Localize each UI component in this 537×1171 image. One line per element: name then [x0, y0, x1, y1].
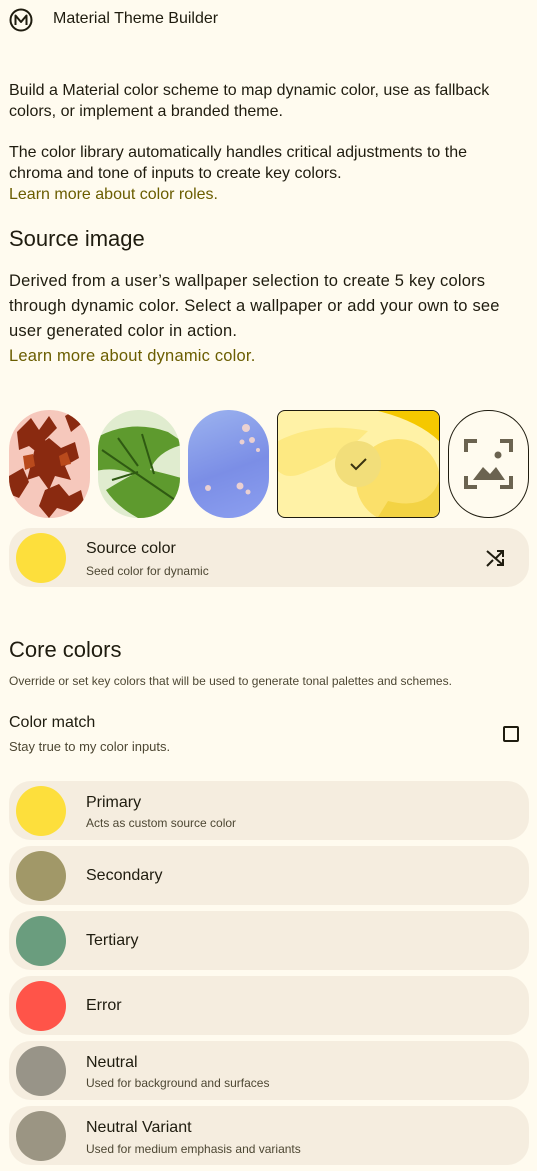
core-color-primary[interactable]: Primary Acts as custom source color	[9, 781, 529, 840]
neutral-variant-label: Neutral Variant	[86, 1119, 192, 1136]
intro-paragraph: Build a Material color scheme to map dyn…	[9, 82, 490, 120]
dynamic-color-link[interactable]: Learn more about dynamic color.	[9, 347, 256, 365]
tertiary-label: Tertiary	[86, 932, 139, 949]
source-image-description: Derived from a user’s wallpaper selectio…	[9, 269, 529, 369]
wallpaper-yellow-abstract[interactable]	[277, 410, 440, 518]
wallpaper-blue-bubbles[interactable]	[188, 410, 269, 518]
core-color-neutral-variant[interactable]: Neutral Variant Used for medium emphasis…	[9, 1106, 529, 1165]
core-color-neutral[interactable]: Neutral Used for background and surfaces	[9, 1041, 529, 1100]
check-icon	[350, 458, 367, 471]
wallpaper-green-leaf[interactable]	[98, 410, 180, 518]
error-label: Error	[86, 997, 122, 1014]
secondary-swatch[interactable]	[16, 851, 66, 901]
material-logo-icon[interactable]	[9, 8, 33, 32]
neutral-variant-swatch[interactable]	[16, 1111, 66, 1161]
color-roles-link[interactable]: Learn more about color roles.	[9, 186, 218, 203]
core-color-error[interactable]: Error	[9, 976, 529, 1035]
primary-swatch[interactable]	[16, 786, 66, 836]
neutral-variant-sub: Used for medium emphasis and variants	[86, 1142, 301, 1156]
neutral-label: Neutral	[86, 1054, 138, 1071]
core-colors-heading: Core colors	[9, 637, 122, 662]
primary-label: Primary	[86, 794, 142, 811]
intro-text: The color library automatically handles …	[9, 144, 467, 182]
neutral-sub: Used for background and surfaces	[86, 1076, 270, 1090]
source-color-label: Source color	[86, 540, 176, 557]
core-color-secondary[interactable]: Secondary	[9, 846, 529, 905]
selected-indicator	[335, 441, 381, 487]
source-image-text: Derived from a user’s wallpaper selectio…	[9, 272, 500, 340]
source-color-sub: Seed color for dynamic	[86, 564, 209, 578]
color-match-checkbox[interactable]	[503, 726, 519, 742]
core-colors-description: Override or set key colors that will be …	[9, 674, 452, 688]
add-image-button[interactable]	[448, 410, 529, 518]
shuffle-icon[interactable]	[483, 546, 507, 570]
source-color-swatch[interactable]	[16, 533, 66, 583]
add-image-icon	[464, 439, 513, 489]
intro-paragraph-2: The color library automatically handles …	[9, 142, 524, 205]
error-swatch[interactable]	[16, 981, 66, 1031]
secondary-label: Secondary	[86, 867, 163, 884]
source-color-row[interactable]: Source color Seed color for dynamic	[9, 528, 529, 587]
color-match-label: Color match	[9, 714, 96, 731]
wallpaper-autumn-leaves[interactable]	[9, 410, 90, 518]
color-match-sub: Stay true to my color inputs.	[9, 739, 171, 754]
tertiary-swatch[interactable]	[16, 916, 66, 966]
source-image-heading: Source image	[9, 226, 145, 251]
neutral-swatch[interactable]	[16, 1046, 66, 1096]
app-title: Material Theme Builder	[53, 10, 219, 27]
core-color-tertiary[interactable]: Tertiary	[9, 911, 529, 970]
primary-sub: Acts as custom source color	[86, 816, 237, 830]
